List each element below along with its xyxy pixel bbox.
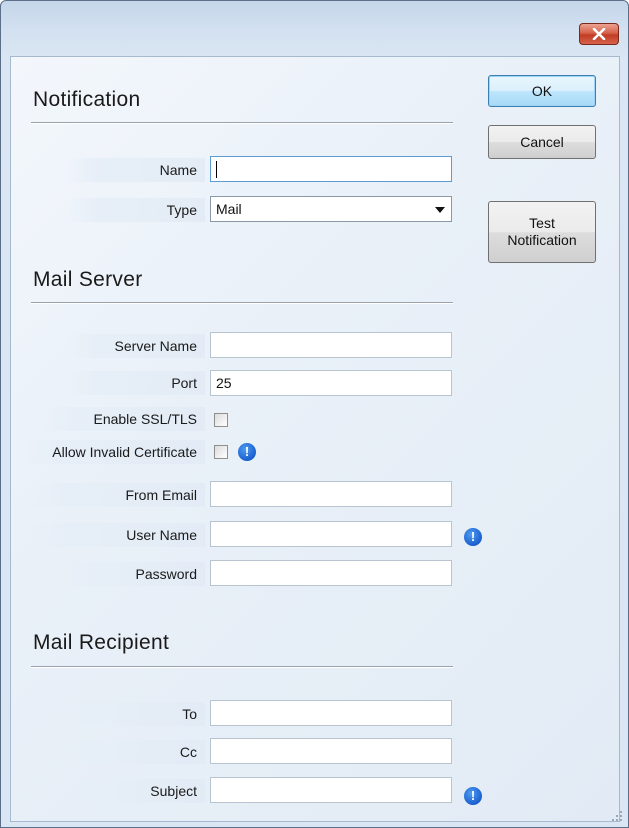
test-notification-label-line1: Test	[529, 215, 555, 231]
mail-server-section-title: Mail Server	[33, 268, 143, 291]
password-input[interactable]	[210, 560, 452, 586]
mail-server-divider	[31, 302, 453, 304]
chevron-down-icon	[435, 207, 445, 213]
type-select[interactable]: Mail	[210, 196, 452, 222]
info-icon[interactable]: !	[238, 443, 256, 461]
text-caret	[216, 161, 217, 178]
ssl-checkbox[interactable]	[214, 413, 228, 427]
ok-button[interactable]: OK	[488, 75, 596, 107]
close-icon	[592, 28, 606, 40]
test-notification-label-line2: Notification	[507, 232, 577, 248]
server-name-input[interactable]	[210, 332, 452, 358]
name-input[interactable]	[210, 156, 452, 182]
subject-label: Subject	[67, 779, 205, 803]
server-name-label: Server Name	[67, 334, 205, 358]
type-label: Type	[67, 198, 205, 222]
to-label: To	[67, 702, 205, 726]
ssl-label: Enable SSL/TLS	[41, 407, 205, 431]
resize-grip-icon[interactable]	[612, 811, 622, 821]
cancel-button-label: Cancel	[520, 133, 564, 150]
from-email-label: From Email	[31, 483, 205, 507]
user-name-input[interactable]	[210, 521, 452, 547]
close-button[interactable]	[579, 23, 619, 45]
cc-label: Cc	[67, 740, 205, 764]
name-label: Name	[67, 158, 205, 182]
info-icon[interactable]: !	[464, 787, 482, 805]
from-email-input[interactable]	[210, 481, 452, 507]
invalid-cert-checkbox[interactable]	[214, 445, 228, 459]
mail-recipient-divider	[31, 666, 453, 668]
cancel-button[interactable]: Cancel	[488, 125, 596, 159]
test-notification-button[interactable]: Test Notification	[488, 201, 596, 263]
user-name-label: User Name	[31, 523, 205, 547]
info-icon[interactable]: !	[464, 528, 482, 546]
dialog-window: Notification Name Type Mail Mail Server …	[0, 0, 629, 828]
ok-button-label: OK	[531, 82, 553, 99]
subject-input[interactable]	[210, 777, 452, 803]
type-select-value: Mail	[216, 201, 242, 217]
mail-recipient-section-title: Mail Recipient	[33, 631, 170, 654]
invalid-cert-label: Allow Invalid Certificate	[23, 440, 205, 464]
port-input[interactable]: 25	[210, 370, 452, 396]
port-label: Port	[67, 371, 205, 395]
notification-section-title: Notification	[33, 88, 141, 111]
to-input[interactable]	[210, 700, 452, 726]
password-label: Password	[67, 562, 205, 586]
notification-divider	[31, 122, 453, 124]
cc-input[interactable]	[210, 738, 452, 764]
